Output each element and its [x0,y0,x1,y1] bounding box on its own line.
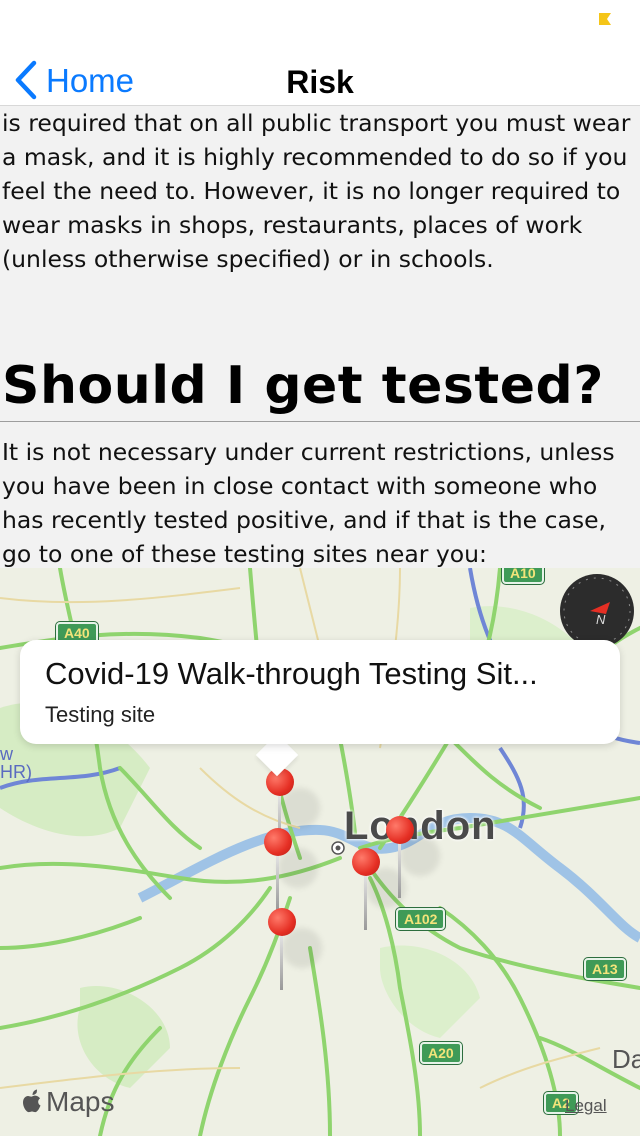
testing-sites-map[interactable]: N A40 A10 A102 A13 A20 A2 w HR) oug Lond… [0,568,640,1136]
status-bar [0,0,640,40]
testing-site-pin[interactable] [386,816,440,906]
road-label-a102: A102 [396,908,446,930]
article-content[interactable]: Due to there still being a high risk of … [0,106,640,568]
road-label-a13: A13 [584,958,626,980]
road-label-a10: A10 [502,568,544,584]
callout-subtitle: Testing site [45,702,156,727]
testing-site-pin[interactable] [268,908,322,998]
map-edge-label: HR) [0,762,32,782]
testing-heading: Should I get tested? [2,356,604,416]
testing-site-pin[interactable] [352,848,406,938]
testing-site-pin[interactable] [264,828,318,918]
compass-icon: N [563,577,631,645]
maps-brand-label: Maps [46,1086,115,1117]
mask-guidance-paragraph: Due to there still being a high risk of … [2,109,631,273]
map-place-label: Da [612,1044,640,1074]
divider [0,421,640,422]
svg-text:N: N [596,612,606,627]
legal-link[interactable]: Legal [565,1096,607,1116]
maps-attribution: Maps [20,1086,114,1118]
navigation-bar: Home Risk [0,40,640,106]
low-battery-icon [599,13,611,25]
road-label-a20: A20 [420,1042,462,1064]
apple-logo-icon [23,1089,41,1113]
testing-paragraph: It is not necessary under current restri… [2,438,615,568]
compass-button[interactable]: N [560,574,634,648]
callout-title: Covid-19 Walk-through Testing Sit... [45,656,538,691]
testing-site-callout[interactable]: Covid-19 Walk-through Testing Sit... Tes… [20,640,620,744]
page-title: Risk [286,64,354,100]
